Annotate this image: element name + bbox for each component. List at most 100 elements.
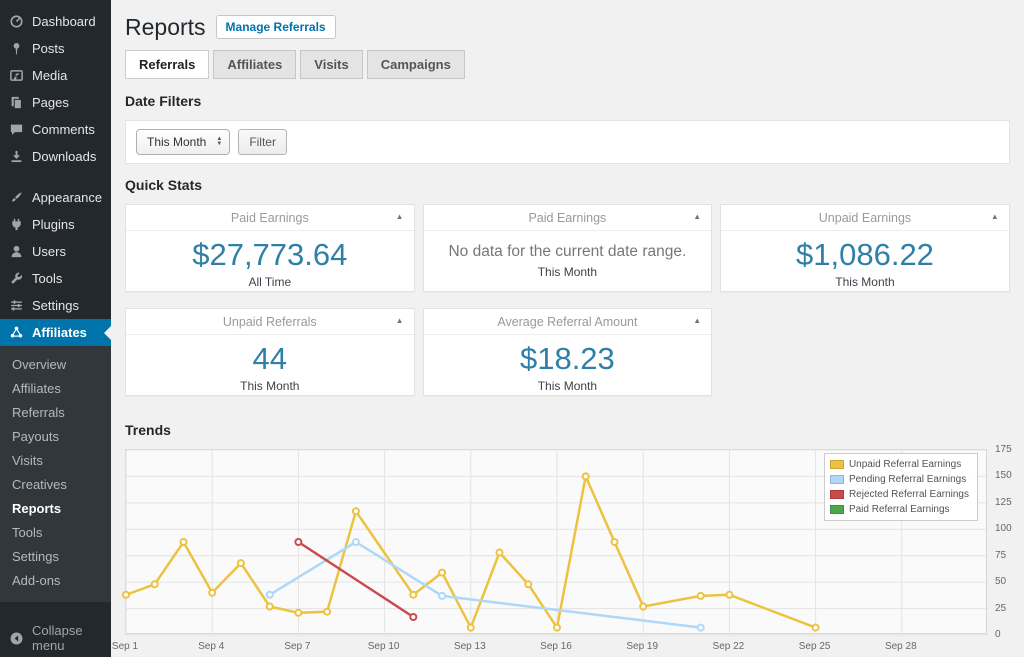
sidebar-item-appearance[interactable]: Appearance <box>0 184 111 211</box>
card-collapse-toggle-icon[interactable]: ▲ <box>991 212 999 221</box>
stat-value: $18.23 <box>519 341 615 376</box>
card-collapse-toggle-icon[interactable]: ▲ <box>396 316 404 325</box>
stat-card-title: Average Referral Amount <box>423 309 712 335</box>
sidebar-item-media[interactable]: Media <box>0 62 111 89</box>
select-arrows-icon: ▲ ▼ <box>216 136 223 147</box>
main-content: Reports Manage Referrals Referrals Affili… <box>111 0 1024 657</box>
sidebar-item-label: Posts <box>32 41 65 56</box>
x-axis-tick-label: Sep 19 <box>626 641 659 652</box>
stat-card-unpaid-referrals: Unpaid Referrals ▲ 44 This Month <box>125 308 415 396</box>
sidebar-item-pages[interactable]: Pages <box>0 89 111 116</box>
sidebar-item-comments[interactable]: Comments <box>0 116 111 143</box>
legend-swatch-icon <box>829 505 844 514</box>
sidebar-item-label: Settings <box>32 298 79 313</box>
sidebar-item-downloads[interactable]: Downloads <box>0 143 111 170</box>
legend-label: Paid Referral Earnings <box>848 504 950 515</box>
card-collapse-toggle-icon[interactable]: ▲ <box>693 316 701 325</box>
y-axis-tick-label: 50 <box>995 576 1007 588</box>
trends-heading: Trends <box>125 422 171 438</box>
sidebar-item-plugins[interactable]: Plugins <box>0 211 111 238</box>
submenu-item-referrals[interactable]: Referrals <box>0 401 111 425</box>
trends-chart: Unpaid Referral Earnings Pending Referral… <box>112 444 1012 657</box>
affiliates-icon <box>9 325 24 340</box>
y-axis-tick-label: 25 <box>995 602 1007 614</box>
tab-campaigns[interactable]: Campaigns <box>366 50 465 79</box>
sidebar-item-label: Dashboard <box>32 14 96 29</box>
pages-icon <box>9 95 24 110</box>
x-axis-tick-label: Sep 7 <box>284 641 311 652</box>
report-tabs: Referrals Affiliates Visits Campaigns <box>125 50 1010 79</box>
card-collapse-toggle-icon[interactable]: ▲ <box>693 212 701 221</box>
tab-referrals[interactable]: Referrals <box>125 50 210 79</box>
filter-button[interactable]: Filter <box>238 129 287 155</box>
collapse-menu-label: Collapse menu <box>32 623 83 653</box>
legend-swatch-icon <box>829 460 844 469</box>
sidebar-item-posts[interactable]: Posts <box>0 35 111 62</box>
stat-period: This Month <box>537 379 598 393</box>
chart-legend: Unpaid Referral Earnings Pending Referral… <box>823 453 978 521</box>
sidebar-item-affiliates[interactable]: Affiliates <box>0 319 111 346</box>
tab-visits[interactable]: Visits <box>300 50 363 79</box>
media-icon <box>9 68 24 83</box>
quick-stats-grid: Paid Earnings ▲ $27,773.64 All Time Paid… <box>125 204 1010 396</box>
x-axis-tick-label: Sep 1 <box>111 641 139 652</box>
sidebar-item-label: Comments <box>32 122 95 137</box>
sidebar-item-label: Appearance <box>32 190 103 205</box>
y-axis-tick-label: 150 <box>995 470 1012 482</box>
date-range-select[interactable]: This Month ▲ ▼ <box>136 129 231 155</box>
stat-card-average-referral-amount: Average Referral Amount ▲ $18.23 This Mo… <box>422 308 713 396</box>
sidebar-item-label: Pages <box>32 95 69 110</box>
sidebar-item-label: Media <box>32 68 68 83</box>
date-filters-heading: Date Filters <box>125 93 202 109</box>
tab-affiliates[interactable]: Affiliates <box>213 50 297 79</box>
sidebar-item-users[interactable]: Users <box>0 238 111 265</box>
dashboard-icon <box>9 14 24 29</box>
submenu-item-settings[interactable]: Settings <box>0 545 111 569</box>
sidebar-item-label: Tools <box>32 271 63 286</box>
users-icon <box>9 244 24 259</box>
date-filter-panel: This Month ▲ ▼ Filter <box>125 120 1010 164</box>
sidebar-item-tools[interactable]: Tools <box>0 265 111 292</box>
settings-icon <box>9 298 24 313</box>
submenu-item-creatives[interactable]: Creatives <box>0 473 111 497</box>
manage-referrals-button[interactable]: Manage Referrals <box>215 15 336 39</box>
plugins-icon <box>9 217 24 232</box>
admin-sidebar: Dashboard Posts Media Pages Comments Download… <box>0 0 111 657</box>
sidebar-item-label: Users <box>32 244 66 259</box>
x-axis-tick-label: Sep 25 <box>798 641 831 652</box>
page-title: Reports <box>125 13 206 40</box>
legend-row: Unpaid Referral Earnings <box>829 457 969 472</box>
legend-label: Unpaid Referral Earnings <box>848 459 962 470</box>
sidebar-item-dashboard[interactable]: Dashboard <box>0 8 111 35</box>
stat-card-paid-earnings-month: Paid Earnings ▲ No data for the current … <box>422 204 713 292</box>
downloads-icon <box>9 149 24 164</box>
collapse-icon <box>9 631 24 646</box>
date-range-value: This Month <box>147 135 207 149</box>
card-collapse-toggle-icon[interactable]: ▲ <box>396 212 404 221</box>
submenu-item-overview[interactable]: Overview <box>0 353 111 377</box>
submenu-item-add-ons[interactable]: Add-ons <box>0 569 111 593</box>
stat-card-unpaid-earnings: Unpaid Earnings ▲ $1,086.22 This Month <box>720 204 1010 292</box>
x-axis-tick-label: Sep 10 <box>367 641 400 652</box>
stat-card-title: Unpaid Referrals <box>126 309 414 335</box>
stat-value: 44 <box>252 341 288 376</box>
x-axis-tick-label: Sep 16 <box>540 641 572 652</box>
sidebar-item-label: Affiliates <box>32 325 87 340</box>
sidebar-item-settings[interactable]: Settings <box>0 292 111 319</box>
sidebar-menu: Dashboard Posts Media Pages Comments Download… <box>0 8 111 602</box>
legend-label: Pending Referral Earnings <box>848 474 967 485</box>
submenu-item-payouts[interactable]: Payouts <box>0 425 111 449</box>
stat-period: This Month <box>537 265 598 279</box>
y-axis-tick-label: 100 <box>995 523 1012 535</box>
x-axis-tick-label: Sep 4 <box>198 641 225 652</box>
submenu-item-reports[interactable]: Reports <box>0 497 111 521</box>
collapse-menu-button[interactable]: Collapse menu <box>0 617 111 657</box>
stat-value: $27,773.64 <box>192 237 348 272</box>
posts-icon <box>9 41 24 56</box>
submenu-item-visits[interactable]: Visits <box>0 449 111 473</box>
submenu-item-affiliates[interactable]: Affiliates <box>0 377 111 401</box>
stat-card-title: Paid Earnings <box>423 205 712 231</box>
submenu-item-tools[interactable]: Tools <box>0 521 111 545</box>
x-axis-tick-label: Sep 22 <box>712 641 745 652</box>
legend-label: Rejected Referral Earnings <box>848 489 969 500</box>
